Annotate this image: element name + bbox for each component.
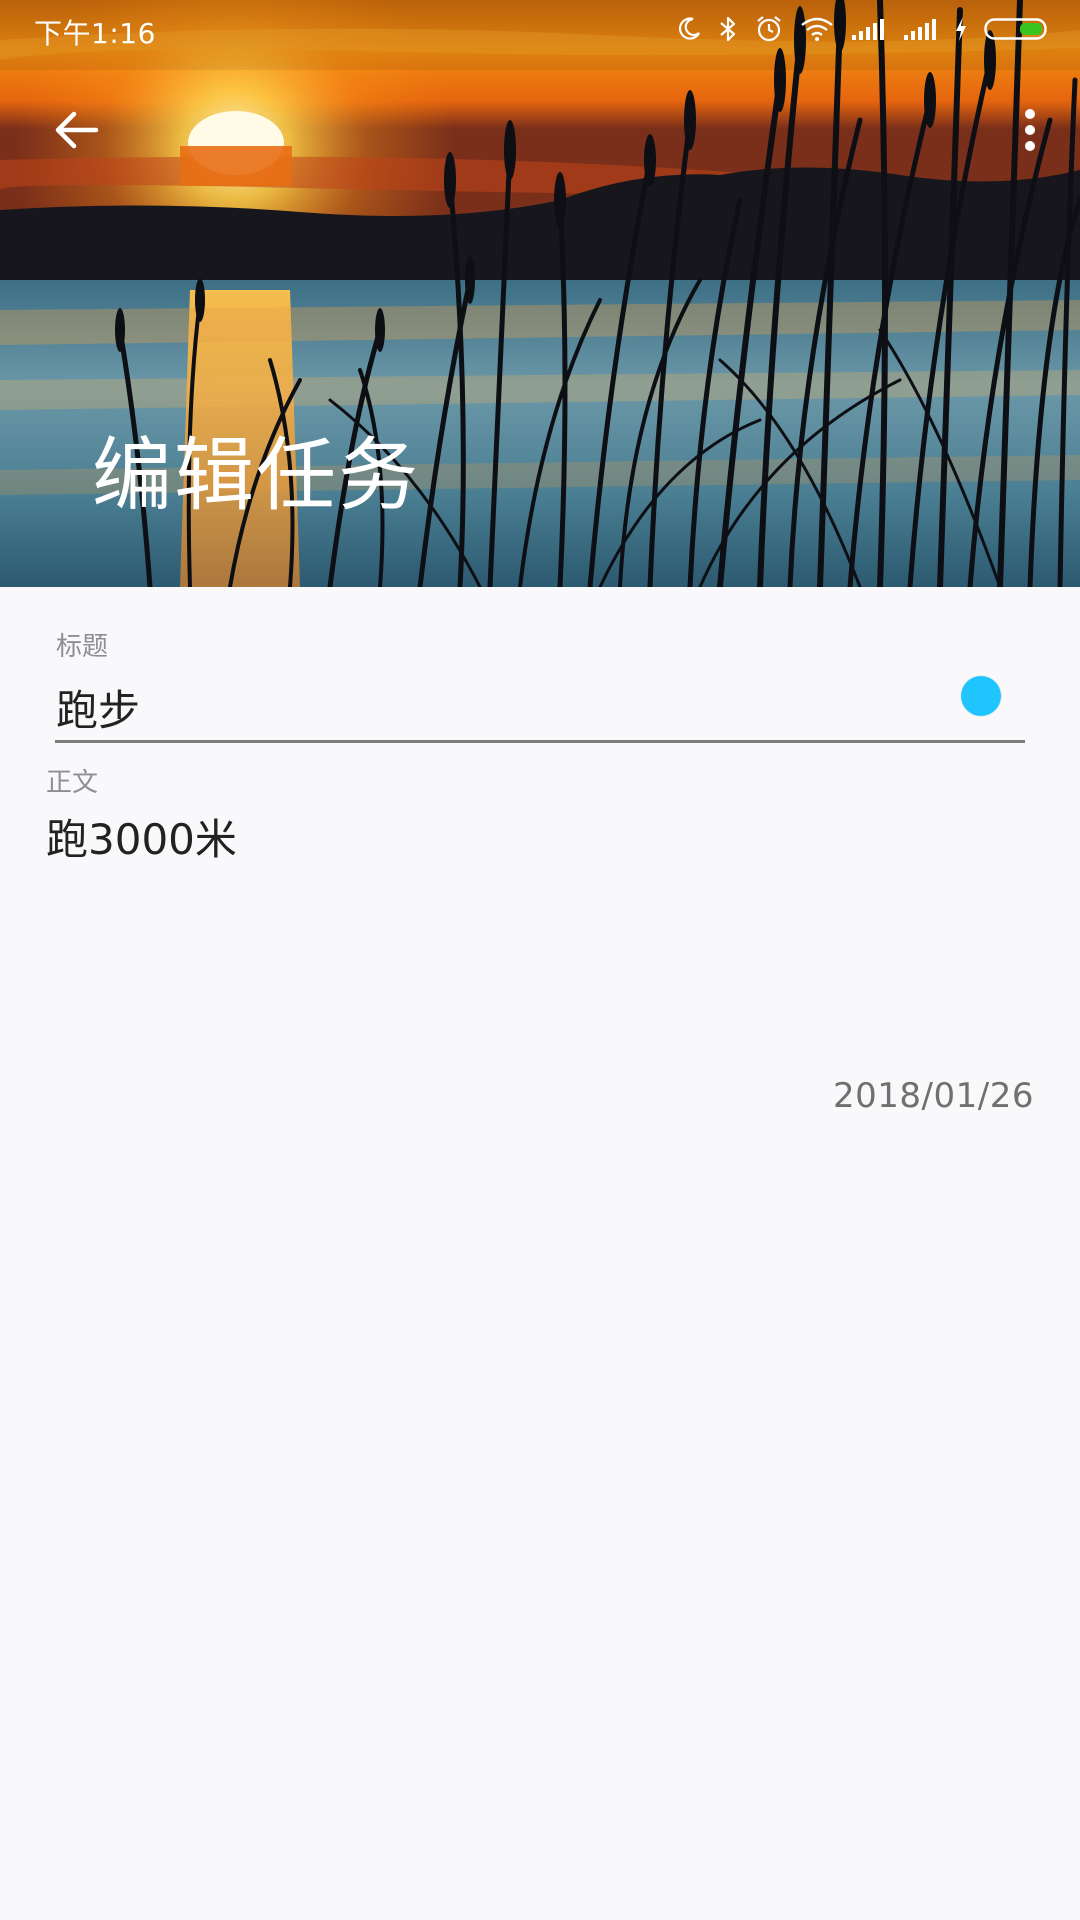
signal-icon (850, 17, 886, 41)
status-bar: 下午1:16 (0, 0, 1080, 58)
bluetooth-icon (718, 15, 738, 43)
more-options-button[interactable] (994, 96, 1066, 168)
moon-icon (676, 16, 702, 42)
signal-icon (902, 17, 938, 41)
title-underline (55, 740, 1025, 743)
charging-icon (954, 16, 968, 42)
alarm-icon (754, 14, 784, 44)
color-picker-dot[interactable] (961, 676, 1001, 716)
body-input[interactable]: 跑3000米 (46, 808, 1036, 1048)
status-time: 下午1:16 (34, 17, 156, 50)
wifi-icon (800, 16, 834, 42)
battery-icon (984, 17, 1050, 41)
body-label: 正文 (46, 768, 99, 798)
date-text: 2018/01/26 (833, 1076, 1034, 1116)
back-button[interactable] (40, 96, 112, 168)
status-icons (676, 14, 1050, 44)
more-vert-icon (1024, 108, 1036, 156)
title-label: 标题 (56, 632, 109, 662)
page-title: 编辑任务 (92, 429, 420, 522)
arrow-left-icon (52, 110, 100, 154)
title-input[interactable] (56, 672, 976, 742)
